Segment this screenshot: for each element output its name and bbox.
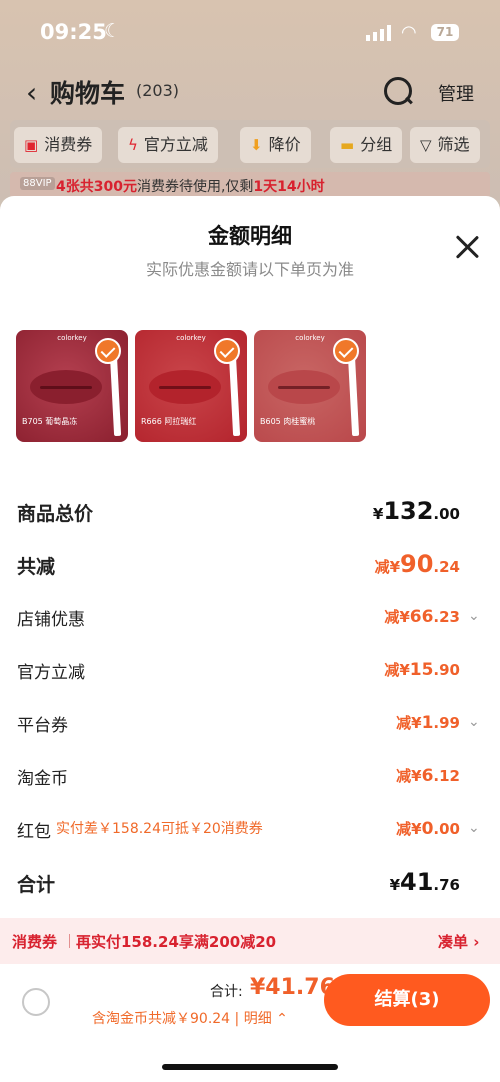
taojinbi-label: 淘金币 [17,769,68,789]
checkmark-icon[interactable] [95,338,121,364]
platform-coupon-value[interactable]: 减¥1.99 [396,712,460,733]
footer-detail-toggle[interactable]: 含淘金币共减￥90.24 | 明细 ⌃ [92,1008,288,1028]
status-time: 09:25 [40,20,107,44]
subtotal-value: ¥132.00 [372,497,460,525]
platform-coupon-label: 平台券 [17,716,68,736]
filter-group[interactable]: ▬ 分组 [330,127,403,163]
filter-official[interactable]: ϟ 官方立减 [118,127,218,163]
official-discount-label: 官方立减 [17,663,85,683]
page-title: 购物车 [50,79,126,108]
back-icon[interactable]: ‹ [26,76,37,109]
taojinbi-value: 减¥6.12 [396,766,460,786]
filter-price-drop[interactable]: ⬇ 降价 [240,127,311,163]
lightning-icon: ϟ [128,136,138,154]
total-value: ¥41.76 [389,868,460,896]
chevron-down-icon[interactable]: ⌄ [468,714,480,730]
red-packet-label: 红包 [17,822,51,842]
shop-discount-label: 店铺优惠 [17,610,85,630]
chevron-down-icon[interactable]: ⌄ [468,820,480,836]
sheet-title: 金额明细 [208,224,292,248]
footer-total-value: ¥41.76 [250,975,335,1000]
promo-text: 再实付158.24享满200减20 [76,933,277,951]
filter-icon: ▽ [420,136,432,154]
official-discount-value: 减¥15.90 [384,660,460,680]
lip-image [149,370,221,404]
product-thumbnail[interactable]: colorkey B705 葡萄晶冻 [16,330,128,442]
checkout-button[interactable]: 结算(3) [324,974,490,1026]
filter-screen[interactable]: ▽ 筛选 [410,127,480,163]
divider [69,934,70,948]
add-items-link[interactable]: 凑单 › [438,931,479,952]
coupon-icon: ▣ [24,136,39,154]
signal-icon [366,25,391,41]
shop-discount-value[interactable]: 减¥66.23 [384,606,460,627]
banner-text: 4张共300元消费券待使用,仅剩1天14小时 [56,179,325,195]
footer-total-label: 合计: [210,984,243,1000]
checkmark-icon[interactable] [333,338,359,364]
wifi-icon: ◠ [401,22,417,43]
promo-tag: 消费券 [12,933,58,951]
red-packet-value[interactable]: 减¥0.00 [396,818,460,839]
total-label: 合计 [17,874,56,896]
discount-label: 共减 [17,556,56,578]
select-all-radio[interactable] [22,988,50,1016]
red-packet-note: 实付差￥158.24可抵￥20消费券 [56,821,263,837]
battery-icon: 71 [431,24,459,41]
discount-value: 减¥90.24 [374,550,460,578]
manage-button[interactable]: 管理 [438,80,474,106]
filter-coupon[interactable]: ▣ 消费券 [14,127,103,163]
sheet-subtitle: 实际优惠金额请以下单页为准 [145,260,354,279]
cart-count: (203) [136,81,180,100]
checkmark-icon[interactable] [214,338,240,364]
lip-image [30,370,102,404]
vip-badge: 88VIP [20,177,55,190]
home-indicator [162,1064,338,1070]
product-thumbnail[interactable]: colorkey R666 阿拉瑞红 [135,330,247,442]
moon-icon: ☾ [104,20,122,42]
subtotal-label: 商品总价 [17,503,94,525]
price-drop-icon: ⬇ [250,136,263,154]
close-icon[interactable] [454,234,480,260]
search-icon[interactable] [384,77,412,105]
lip-image [268,370,340,404]
product-thumbnail[interactable]: colorkey B605 肉桂蜜桃 [254,330,366,442]
chevron-down-icon[interactable]: ⌄ [468,608,480,624]
folder-icon: ▬ [340,136,355,154]
